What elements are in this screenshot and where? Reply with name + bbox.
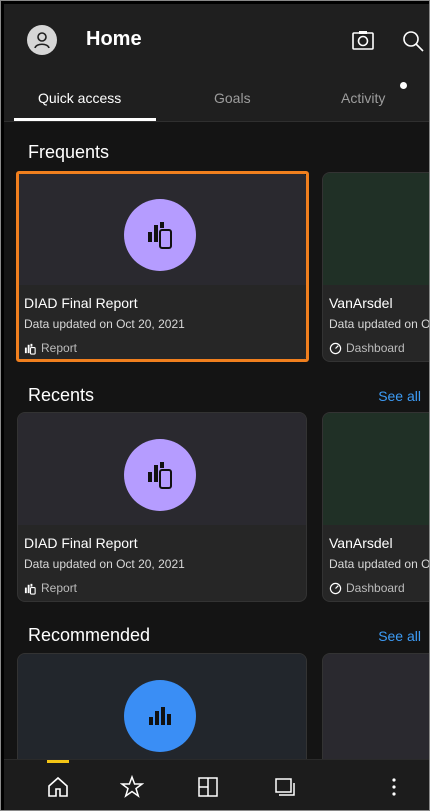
card-type-label: Dashboard <box>346 341 405 355</box>
workspaces-icon <box>275 778 295 796</box>
report-icon <box>24 343 36 355</box>
card-type-label: Report <box>41 341 78 355</box>
frequent-card-report[interactable]: DIAD Final Report Data updated on Oct 20… <box>17 172 307 362</box>
tab-quick-access[interactable]: Quick access <box>38 90 121 106</box>
card-type-label: Dashboard <box>346 581 405 595</box>
tab-goals[interactable]: Goals <box>214 90 251 106</box>
frequents-heading: Frequents <box>28 142 110 162</box>
card-thumbnail <box>323 654 429 766</box>
header-divider <box>4 121 429 122</box>
recents-see-all-link[interactable]: See all <box>378 388 421 404</box>
report-badge <box>124 199 196 271</box>
nav-favorites[interactable] <box>115 770 149 804</box>
app-screen: Home Quick access Goals Activity Frequen… <box>4 4 430 810</box>
card-type: Dashboard <box>329 581 405 595</box>
card-thumbnail <box>323 173 429 285</box>
card-name: VanArsdel <box>329 535 393 551</box>
report-icon <box>148 462 172 489</box>
nav-apps[interactable] <box>191 770 225 804</box>
dashboard-icon <box>329 342 342 354</box>
report-icon <box>148 222 172 249</box>
card-thumbnail <box>18 173 306 285</box>
bottom-nav <box>4 759 429 810</box>
recent-card-report[interactable]: DIAD Final Report Data updated on Oct 20… <box>17 412 307 602</box>
card-thumbnail <box>323 413 429 525</box>
dashboard-icon <box>329 582 342 594</box>
recommended-see-all-link[interactable]: See all <box>378 628 421 644</box>
card-thumbnail <box>18 654 306 766</box>
tab-activity[interactable]: Activity <box>341 90 385 106</box>
card-thumbnail <box>18 413 306 525</box>
recommended-heading: Recommended <box>28 625 151 645</box>
card-type: Report <box>24 581 77 595</box>
more-icon <box>392 778 396 796</box>
report-badge <box>124 439 196 511</box>
card-name: DIAD Final Report <box>24 295 138 311</box>
camera-icon <box>352 31 374 50</box>
card-updated: Data updated on Oct 20, 2021 <box>24 317 185 331</box>
card-type: Report <box>24 341 77 355</box>
frequent-card-dashboard[interactable]: VanArsdel Data updated on O Dashboard <box>322 172 430 362</box>
card-name: DIAD Final Report <box>24 535 138 551</box>
nav-active-indicator <box>47 760 69 763</box>
nav-more[interactable] <box>377 770 411 804</box>
report-badge <box>124 680 196 752</box>
avatar[interactable] <box>27 25 57 55</box>
phone-frame: Home Quick access Goals Activity Frequen… <box>0 0 430 811</box>
card-type-label: Report <box>41 581 78 595</box>
nav-home[interactable] <box>41 770 75 804</box>
page-title: Home <box>86 28 142 50</box>
notification-dot <box>400 82 407 89</box>
card-name: VanArsdel <box>329 295 393 311</box>
card-type: Dashboard <box>329 341 405 355</box>
nav-workspaces[interactable] <box>268 770 302 804</box>
recent-card-dashboard[interactable]: VanArsdel Data updated on O Dashboard <box>322 412 430 602</box>
user-icon <box>34 32 50 49</box>
recents-heading: Recents <box>28 385 95 405</box>
bar-chart-icon <box>149 707 171 725</box>
apps-icon <box>198 777 218 797</box>
card-updated: Data updated on O <box>329 557 430 571</box>
tab-bar: Quick access Goals Activity <box>4 76 429 122</box>
camera-button[interactable] <box>350 28 376 54</box>
search-button[interactable] <box>400 28 426 54</box>
top-bar: Home Quick access Goals Activity <box>4 4 429 122</box>
search-icon <box>403 31 424 52</box>
card-updated: Data updated on Oct 20, 2021 <box>24 557 185 571</box>
report-icon <box>24 583 36 595</box>
card-updated: Data updated on O <box>329 317 430 331</box>
star-icon <box>120 775 144 798</box>
home-icon <box>48 776 68 797</box>
